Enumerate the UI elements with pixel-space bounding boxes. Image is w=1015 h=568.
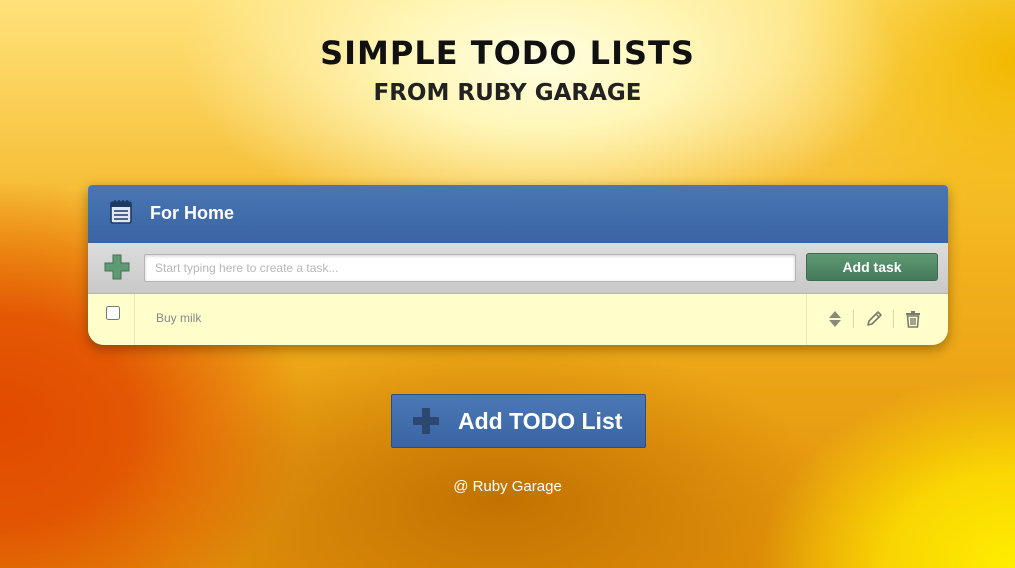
footer-credit: @ Ruby Garage: [453, 478, 562, 495]
edit-icon[interactable]: [864, 309, 884, 329]
sort-icon[interactable]: [825, 309, 845, 329]
todo-list-card: For Home Add task Buy milk: [88, 185, 948, 345]
todo-list-header: For Home: [88, 185, 948, 244]
plus-icon: [413, 408, 439, 434]
task-row: Buy milk: [88, 294, 948, 345]
plus-icon: [104, 254, 130, 280]
task-checkbox-cell: [88, 294, 135, 345]
new-task-input[interactable]: [144, 254, 796, 282]
add-task-row: Add task: [88, 243, 948, 294]
trash-icon[interactable]: [903, 309, 923, 329]
add-task-button[interactable]: Add task: [806, 253, 938, 281]
page-subtitle: FROM RUBY GARAGE: [373, 80, 642, 106]
task-text: Buy milk: [156, 311, 202, 325]
action-divider: [853, 310, 854, 328]
todo-list-title[interactable]: For Home: [150, 203, 234, 224]
notepad-icon: [110, 200, 132, 224]
add-todo-list-label: Add TODO List: [458, 408, 623, 434]
task-done-checkbox[interactable]: [106, 306, 120, 320]
task-actions: [806, 294, 948, 345]
page-title: SIMPLE TODO LISTS: [320, 34, 695, 72]
add-todo-list-button[interactable]: Add TODO List: [391, 394, 646, 448]
action-divider: [893, 310, 894, 328]
